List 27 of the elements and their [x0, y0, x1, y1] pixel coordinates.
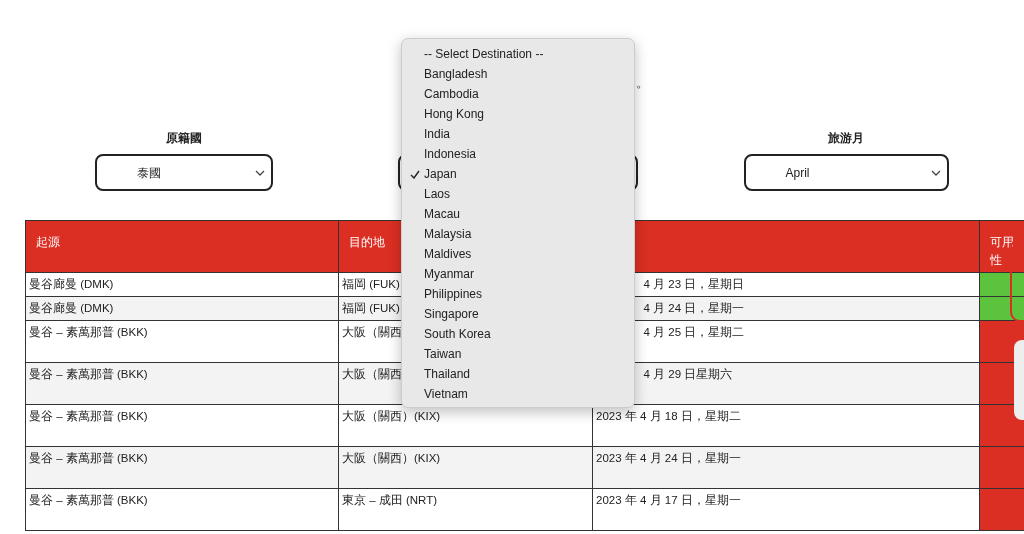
menu-item[interactable]: -- Select Destination -- [402, 44, 634, 64]
table-cell: 2023 年 4 月 17 日，星期一 [592, 488, 980, 531]
table-cell: 曼谷 – 素萬那普 (BKK) [25, 362, 339, 405]
chevron-icon [930, 169, 941, 176]
menu-item[interactable]: India [402, 124, 634, 144]
table-cell: 大阪（關西）(KIX) [338, 446, 593, 489]
table-cell: 曼谷 – 素萬那普 (BKK) [25, 446, 339, 489]
table-cell: 曼谷廊曼 (DMK) [25, 272, 339, 297]
menu-item[interactable]: Hong Kong [402, 104, 634, 124]
filter-label: 旅游月 [828, 130, 864, 145]
select-field[interactable]: 泰國 [95, 154, 273, 191]
heading-text: 。 [636, 76, 649, 89]
table-cell: 東京 – 成田 (NRT) [338, 488, 593, 531]
table-cell: 曼谷 – 素萬那普 (BKK) [25, 404, 339, 447]
column-header: 起源 [25, 220, 339, 273]
menu-item[interactable]: Japan [402, 164, 634, 184]
select-field[interactable]: April [743, 154, 949, 191]
filter-label: 原籍國 [166, 130, 202, 145]
table-cell: 曼谷廊曼 (DMK) [25, 296, 339, 321]
menu-item[interactable]: Bangladesh [402, 64, 634, 84]
table-cell: 2023 年 4 月 24 日，星期一 [592, 446, 980, 489]
table-cell: 曼谷 – 素萬那普 (BKK) [25, 488, 339, 531]
chevron-icon [255, 169, 265, 176]
menu-item[interactable]: Cambodia [402, 84, 634, 104]
table-cell: 曼谷 – 素萬那普 (BKK) [25, 320, 339, 363]
menu-item[interactable]: Indonesia [402, 144, 634, 164]
menu-item[interactable]: Laos [402, 184, 634, 204]
